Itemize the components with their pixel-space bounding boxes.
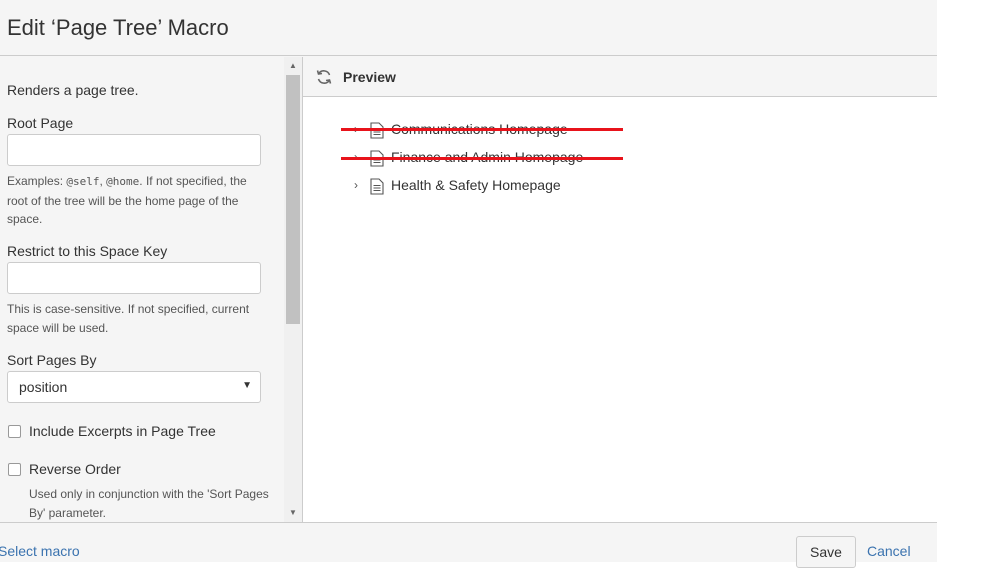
page-icon xyxy=(370,178,384,195)
include-excerpts-label: Include Excerpts in Page Tree xyxy=(29,423,216,439)
reverse-order-label: Reverse Order xyxy=(29,461,121,477)
sort-pages-value: position xyxy=(19,379,68,395)
reverse-order-checkbox[interactable] xyxy=(8,463,21,476)
dialog-header: Edit ‘Page Tree’ Macro xyxy=(0,0,937,56)
page-background xyxy=(937,0,999,562)
space-key-help: This is case-sensitive. If not specified… xyxy=(7,302,250,335)
space-key-label: Restrict to this Space Key xyxy=(7,243,168,259)
red-strike-line xyxy=(341,157,623,160)
select-macro-link[interactable]: Select macro xyxy=(0,543,80,559)
include-excerpts-checkbox[interactable] xyxy=(8,425,21,438)
refresh-icon[interactable] xyxy=(315,68,333,86)
dropdown-caret-icon: ▼ xyxy=(242,380,252,391)
tree-item-label[interactable]: Health & Safety Homepage xyxy=(391,177,561,193)
parameters-scrollbar[interactable]: ▲ ▼ xyxy=(284,57,302,522)
root-page-help: Examples: @self, @home. If not specified… xyxy=(7,174,247,226)
root-page-help-code-self: @self xyxy=(66,175,100,188)
preview-panel: Preview › Communications Homepage › Fina… xyxy=(303,57,937,522)
save-button[interactable]: Save xyxy=(796,536,856,568)
macro-dialog: Edit ‘Page Tree’ Macro Renders a page tr… xyxy=(0,0,937,568)
red-strike-line xyxy=(341,128,623,131)
root-page-label: Root Page xyxy=(7,115,74,131)
expand-chevron-icon[interactable]: › xyxy=(351,178,361,192)
root-page-input[interactable] xyxy=(7,134,261,166)
sort-pages-select[interactable]: position ▼ xyxy=(7,371,261,403)
preview-title: Preview xyxy=(343,69,396,85)
space-key-input[interactable] xyxy=(7,262,261,294)
scrollbar-thumb[interactable] xyxy=(286,75,300,324)
scroll-up-arrow-icon[interactable]: ▲ xyxy=(284,57,302,75)
tree-item[interactable]: › Health & Safety Homepage xyxy=(303,176,937,196)
scroll-down-arrow-icon[interactable]: ▼ xyxy=(284,504,302,522)
macro-description: Renders a page tree. xyxy=(7,82,139,98)
reverse-order-help: Used only in conjunction with the 'Sort … xyxy=(29,487,269,520)
root-page-help-code-home: @home xyxy=(106,175,140,188)
dialog-title: Edit ‘Page Tree’ Macro xyxy=(7,15,229,40)
macro-parameters-panel: Renders a page tree. Root Page Examples:… xyxy=(0,57,284,522)
dialog-footer: Select macro Save Cancel xyxy=(0,522,937,568)
cancel-link[interactable]: Cancel xyxy=(867,543,911,559)
sort-pages-label: Sort Pages By xyxy=(7,352,97,368)
preview-header: Preview xyxy=(303,57,937,97)
